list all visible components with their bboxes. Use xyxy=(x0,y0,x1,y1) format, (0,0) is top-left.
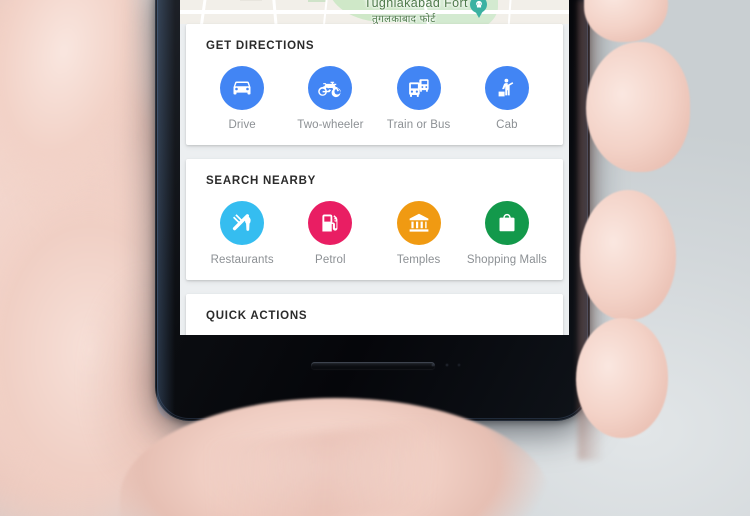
map-block xyxy=(308,0,326,2)
shopping-bag-icon xyxy=(484,201,529,245)
map-label-tughlakabad-fort-hindi: तुगलकाबाद फोर्ट xyxy=(372,14,436,24)
taxi-hail-icon xyxy=(484,66,529,110)
fork-spoon-icon xyxy=(220,201,265,245)
get-directions-title: GET DIRECTIONS xyxy=(206,40,315,52)
car-icon xyxy=(220,66,265,110)
transit-icon xyxy=(396,66,441,110)
phone-device: DAKSHINPURI दक्षिणपुरी Tughlakabad Fort … xyxy=(155,0,590,421)
nearby-tile-label-petrol: Petrol xyxy=(315,254,346,266)
shortcuts-panel: GET DIRECTIONS Drive Two-wheeler Train o… xyxy=(180,24,569,335)
search-nearby-card: SEARCH NEARBY Restaurants Petrol Temples… xyxy=(186,159,563,280)
hand-finger-middle xyxy=(586,42,690,172)
map-view[interactable]: DAKSHINPURI दक्षिणपुरी Tughlakabad Fort … xyxy=(180,0,569,24)
phone-screen: DAKSHINPURI दक्षिणपुरी Tughlakabad Fort … xyxy=(180,0,569,335)
map-block xyxy=(240,0,262,1)
directions-tile-cab[interactable]: Cab xyxy=(463,66,551,131)
directions-tile-label-train-or-bus: Train or Bus xyxy=(386,119,451,131)
directions-tile-label-two-wheeler: Two-wheeler xyxy=(297,119,364,131)
hand-finger-little xyxy=(576,318,668,438)
fuel-pump-icon xyxy=(308,201,353,245)
nearby-tile-label-temples: Temples xyxy=(396,254,441,266)
nearby-tile-shopping-malls[interactable]: Shopping Malls xyxy=(463,201,551,266)
map-label-tughlakabad-fort: Tughlakabad Fort xyxy=(364,0,468,10)
nearby-tile-restaurants[interactable]: Restaurants xyxy=(198,201,286,266)
attraction-pin-tail xyxy=(474,11,483,18)
hand-finger-ring xyxy=(580,190,676,320)
directions-tile-two-wheeler[interactable]: Two-wheeler xyxy=(286,66,374,131)
get-directions-card: GET DIRECTIONS Drive Two-wheeler Train o… xyxy=(186,24,563,145)
quick-actions-title: QUICK ACTIONS xyxy=(206,310,308,322)
nearby-tile-label-shopping-malls: Shopping Malls xyxy=(466,254,547,266)
temple-icon xyxy=(396,201,441,245)
attraction-pin-icon[interactable] xyxy=(470,0,487,18)
nearby-tile-petrol[interactable]: Petrol xyxy=(286,201,374,266)
get-directions-tiles: Drive Two-wheeler Train or Bus Cab xyxy=(198,66,551,131)
directions-tile-drive[interactable]: Drive xyxy=(198,66,286,131)
search-nearby-tiles: Restaurants Petrol Temples Shopping Mall… xyxy=(198,201,551,266)
search-nearby-title: SEARCH NEARBY xyxy=(206,175,317,187)
phone-speaker-grille xyxy=(310,362,435,369)
nearby-tile-temples[interactable]: Temples xyxy=(375,201,463,266)
directions-tile-label-cab: Cab xyxy=(496,119,518,131)
quick-actions-card: QUICK ACTIONS xyxy=(186,294,563,335)
phone-sensor-dots xyxy=(429,363,464,368)
nearby-tile-label-restaurants: Restaurants xyxy=(210,254,274,266)
phone-edge-glare-left xyxy=(157,0,175,421)
directions-tile-label-drive: Drive xyxy=(228,119,256,131)
directions-tile-train-or-bus[interactable]: Train or Bus xyxy=(375,66,463,131)
motorcycle-icon xyxy=(308,66,353,110)
